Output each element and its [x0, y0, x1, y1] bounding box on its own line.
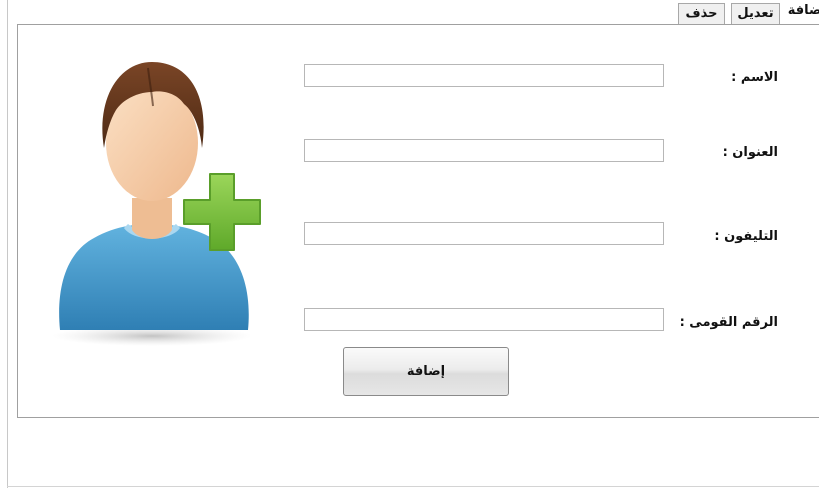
phone-input[interactable] [304, 222, 664, 245]
national-id-label: الرقم القومى : [679, 315, 778, 330]
tab-add-label: إضافة [787, 3, 819, 18]
address-label: العنوان : [722, 145, 778, 160]
tab-edit[interactable]: تعديل [731, 3, 780, 24]
address-input[interactable] [304, 139, 664, 162]
app-window: حذف تعديل إضافة [0, 0, 819, 488]
name-input[interactable] [304, 64, 664, 87]
add-button[interactable]: إضافة [343, 347, 509, 396]
add-user-icon [52, 62, 261, 346]
tab-delete[interactable]: حذف [678, 3, 725, 24]
phone-label: التليفون : [714, 229, 778, 244]
window-bottom-border [7, 486, 819, 487]
name-label: الاسم : [731, 70, 778, 85]
window-left-border [7, 0, 8, 488]
tab-add[interactable]: إضافة [786, 1, 819, 25]
national-id-input[interactable] [304, 308, 664, 331]
